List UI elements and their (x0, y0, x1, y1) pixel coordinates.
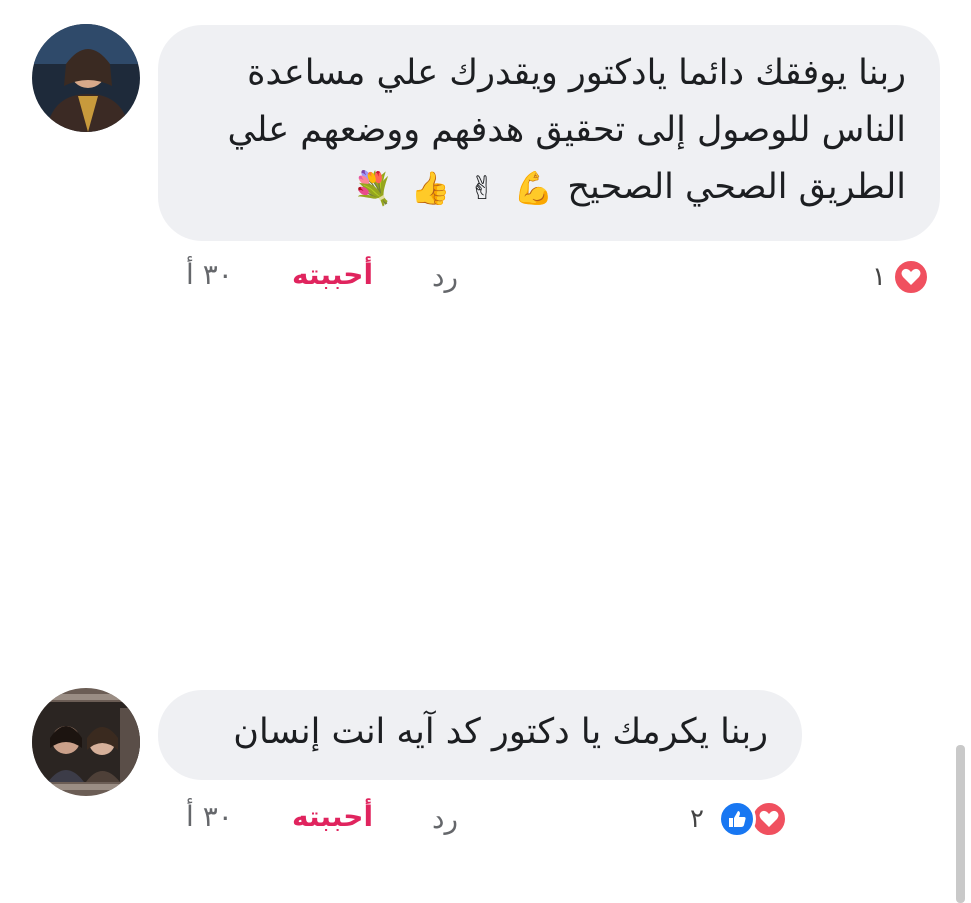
comment-bubble: ربنا يكرمك يا دكتور كد آيه انت إنسان (158, 690, 802, 780)
comment-bubble: ربنا يوفقك دائما يادكتور ويقدرك علي مساع… (158, 25, 940, 241)
comment-text-line: الطريق الصحي الصحيح 💪 ✌ 👍 💐 (178, 159, 906, 216)
reaction-summary[interactable]: ١ (872, 258, 930, 296)
like-button[interactable]: أحببته (292, 258, 373, 291)
reaction-summary[interactable]: ٢ (690, 800, 788, 838)
emoji-group: 💪 ✌ 👍 💐 (353, 168, 553, 208)
heart-icon (891, 258, 930, 296)
avatar-photo (32, 688, 140, 796)
reaction-count: ٢ (690, 804, 704, 834)
comment-text-line: ربنا يوفقك دائما يادكتور ويقدرك علي مساع… (247, 53, 906, 93)
victory-hand-emoji: ✌ (468, 169, 496, 207)
comment-text-line: ربنا يكرمك يا دكتور كد آيه انت إنسان (233, 712, 768, 752)
scrollbar[interactable] (956, 745, 965, 903)
comment-text-line: الناس للوصول إلى تحقيق هدفهم ووضعهم علي (227, 110, 906, 150)
reply-button[interactable]: رد (432, 802, 458, 835)
comment-time: ٣٠ أ (186, 800, 233, 833)
comment-time: ٣٠ أ (186, 258, 233, 291)
avatar[interactable] (32, 24, 140, 132)
bouquet-emoji: 💐 (353, 169, 393, 207)
flexed-biceps-emoji: 💪 (513, 169, 554, 207)
avatar[interactable] (32, 688, 140, 796)
reply-button[interactable]: رد (432, 260, 458, 293)
comment-text-line-text: الطريق الصحي الصحيح (567, 167, 906, 207)
thumbs-up-emoji: 👍 (410, 169, 451, 207)
reaction-count: ١ (872, 262, 886, 292)
thumbs-up-icon (717, 800, 756, 838)
like-button[interactable]: أحببته (292, 800, 373, 833)
avatar-photo (32, 24, 140, 132)
